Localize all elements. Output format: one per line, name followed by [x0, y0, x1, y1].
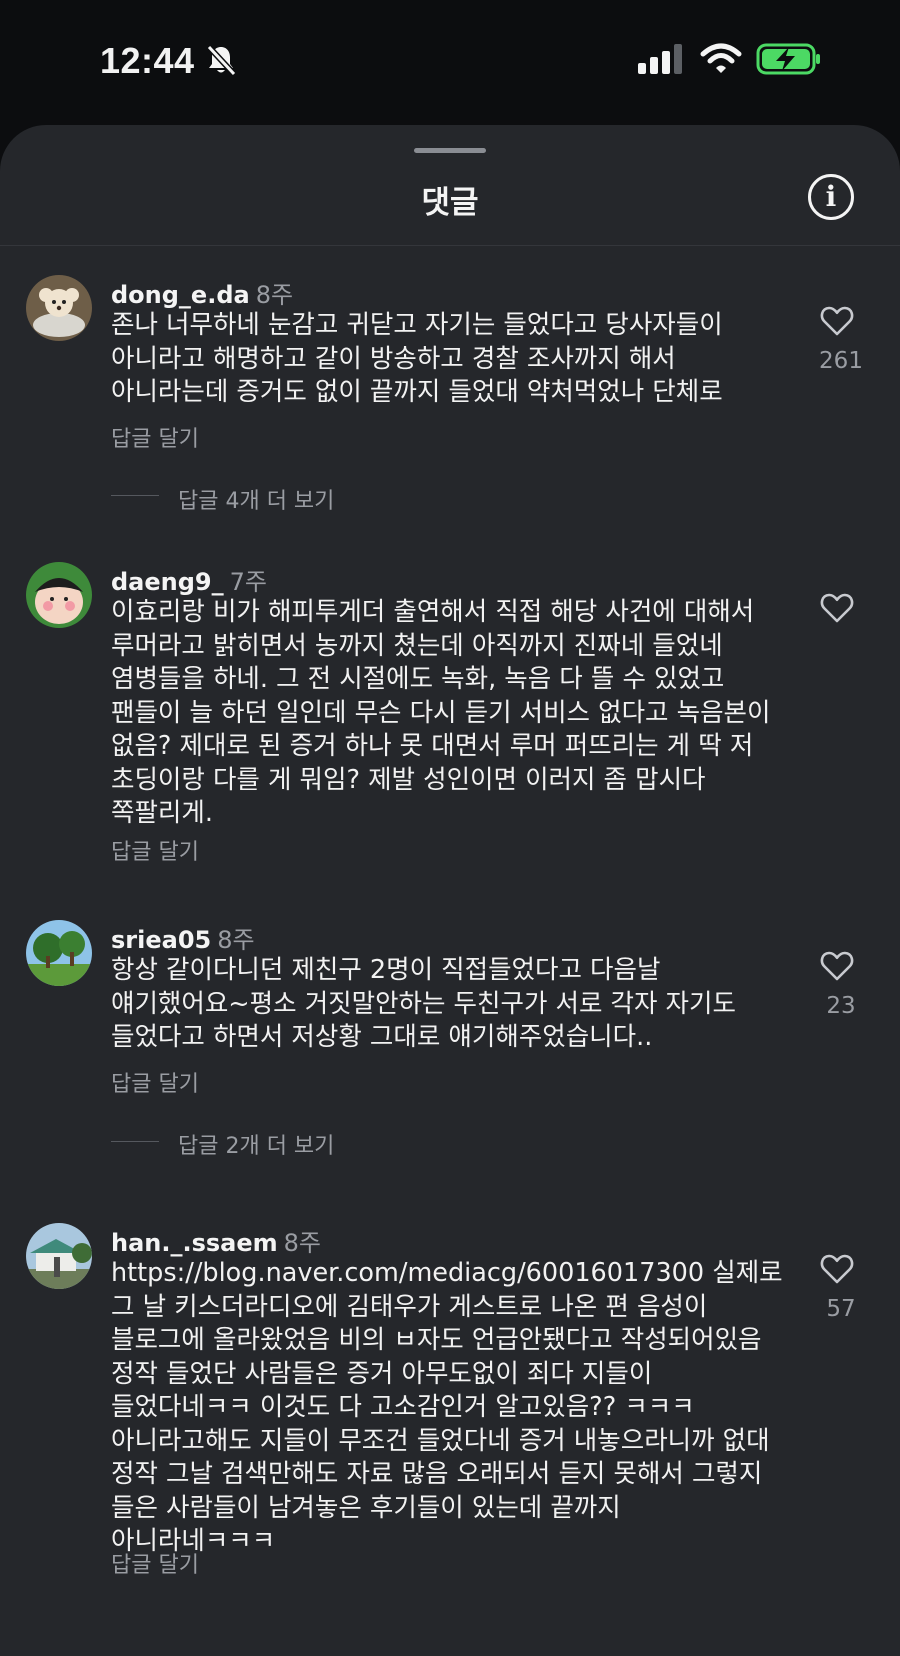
avatar[interactable] [26, 562, 92, 628]
avatar[interactable] [26, 1223, 92, 1289]
status-time: 12:44 [100, 40, 195, 81]
sheet-grabber[interactable] [414, 148, 486, 153]
avatar[interactable] [26, 275, 92, 341]
comment-username[interactable]: dong_e.da [111, 281, 250, 309]
comment-text: 존나 너무하네 눈감고 귀닫고 자기는 들었다고 당사자들이 아니라고 해명하고… [111, 310, 723, 407]
more-replies-line [111, 495, 159, 496]
comment-header: dong_e.da 8주 [111, 275, 293, 310]
comment-time: 8주 [255, 281, 294, 309]
like-count: 57 [826, 1296, 856, 1322]
comment-username[interactable]: sriea05 [111, 926, 211, 954]
sheet-title: 댓글 [421, 185, 479, 221]
reply-button[interactable]: 답글 달기 [111, 421, 199, 453]
cellular-signal-icon [638, 44, 686, 78]
heart-icon[interactable] [820, 950, 854, 986]
header-divider [0, 245, 900, 246]
battery-charging-icon [756, 43, 822, 79]
comment-time: 8주 [283, 1229, 322, 1257]
heart-icon[interactable] [820, 1253, 854, 1289]
comment-username[interactable]: daeng9_ [111, 568, 224, 596]
like-count: 261 [819, 348, 863, 374]
like-count: 23 [826, 993, 856, 1019]
view-more-replies-button[interactable]: 답글 2개 더 보기 [178, 1128, 334, 1160]
view-more-replies-button[interactable]: 답글 4개 더 보기 [178, 483, 334, 515]
comments-sheet: 댓글 i dong_e.da 8주 존나 너무하네 눈감고 귀닫고 자기는 들었다… [0, 125, 900, 1656]
heart-icon[interactable] [820, 305, 854, 341]
comment-text: 이효리랑 비가 해피투게더 출연해서 직접 해당 사건에 대해서 루머라고 밝히… [111, 597, 771, 828]
status-bar: 12:44 [0, 0, 900, 125]
comment-text: https://blog.naver.com/mediacg/600160173… [111, 1258, 783, 1556]
comment-username[interactable]: han._.ssaem [111, 1229, 278, 1257]
info-icon[interactable]: i [808, 174, 854, 220]
comment-header: sriea05 8주 [111, 920, 255, 955]
comment-text: 항상 같이다니던 제친구 2명이 직접들었다고 다음날 얘기했어요~평소 거짓말… [111, 955, 736, 1052]
comment-time: 8주 [217, 926, 255, 954]
wifi-icon [700, 42, 742, 78]
bell-slash-icon [206, 44, 237, 80]
comment-header: daeng9_ 7주 [111, 562, 267, 597]
reply-button[interactable]: 답글 달기 [111, 1066, 199, 1098]
avatar[interactable] [26, 920, 92, 986]
comment-header: han._.ssaem 8주 [111, 1223, 321, 1258]
comment-time: 7주 [229, 568, 267, 596]
more-replies-line [111, 1141, 159, 1142]
reply-button[interactable]: 답글 달기 [111, 1547, 199, 1579]
heart-icon[interactable] [820, 592, 854, 628]
reply-button[interactable]: 답글 달기 [111, 834, 199, 866]
